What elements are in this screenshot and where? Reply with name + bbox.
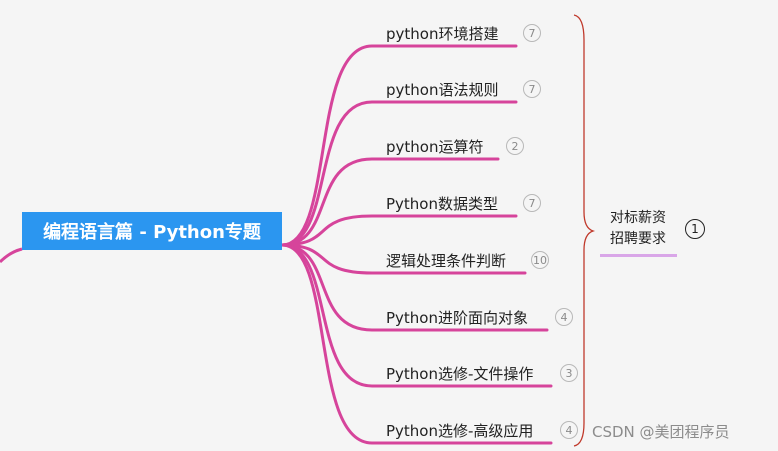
- branch-count-badge[interactable]: 7: [523, 24, 541, 42]
- branch-count-badge[interactable]: 2: [506, 137, 524, 155]
- branch-connector: [280, 243, 553, 445]
- branch-count-badge[interactable]: 10: [531, 251, 549, 269]
- summary-line-2: 招聘要求: [610, 231, 666, 247]
- summary-line-1: 对标薪资: [610, 210, 666, 226]
- branch-topic[interactable]: python语法规则: [386, 78, 498, 102]
- root-left-stub: [0, 247, 23, 264]
- summary-count-badge[interactable]: 1: [685, 219, 705, 239]
- branch-topic[interactable]: Python数据类型: [386, 192, 498, 216]
- branch-topic[interactable]: Python选修-高级应用: [386, 419, 533, 443]
- branch-count-badge[interactable]: 7: [523, 80, 541, 98]
- branch-count-badge[interactable]: 4: [560, 421, 578, 439]
- root-topic-label: 编程语言篇 - Python专题: [43, 222, 261, 243]
- branch-topic[interactable]: python环境搭建: [386, 22, 498, 46]
- summary-topic[interactable]: 对标薪资 招聘要求: [600, 208, 676, 250]
- branch-topic[interactable]: Python进阶面向对象: [386, 306, 528, 330]
- branch-topic[interactable]: Python选修-文件操作: [386, 362, 533, 386]
- branch-count-badge[interactable]: 4: [555, 308, 573, 326]
- branch-topic[interactable]: python运算符: [386, 135, 483, 159]
- branch-count-badge[interactable]: 7: [523, 194, 541, 212]
- branch-connector: [280, 100, 518, 247]
- branch-count-badge[interactable]: 3: [560, 364, 578, 382]
- summary-brace: [573, 14, 596, 447]
- watermark: CSDN @美团程序员: [592, 423, 730, 441]
- root-topic[interactable]: 编程语言篇 - Python专题: [22, 212, 282, 250]
- branch-topic[interactable]: 逻辑处理条件判断: [386, 249, 506, 273]
- summary-underline: [600, 254, 677, 257]
